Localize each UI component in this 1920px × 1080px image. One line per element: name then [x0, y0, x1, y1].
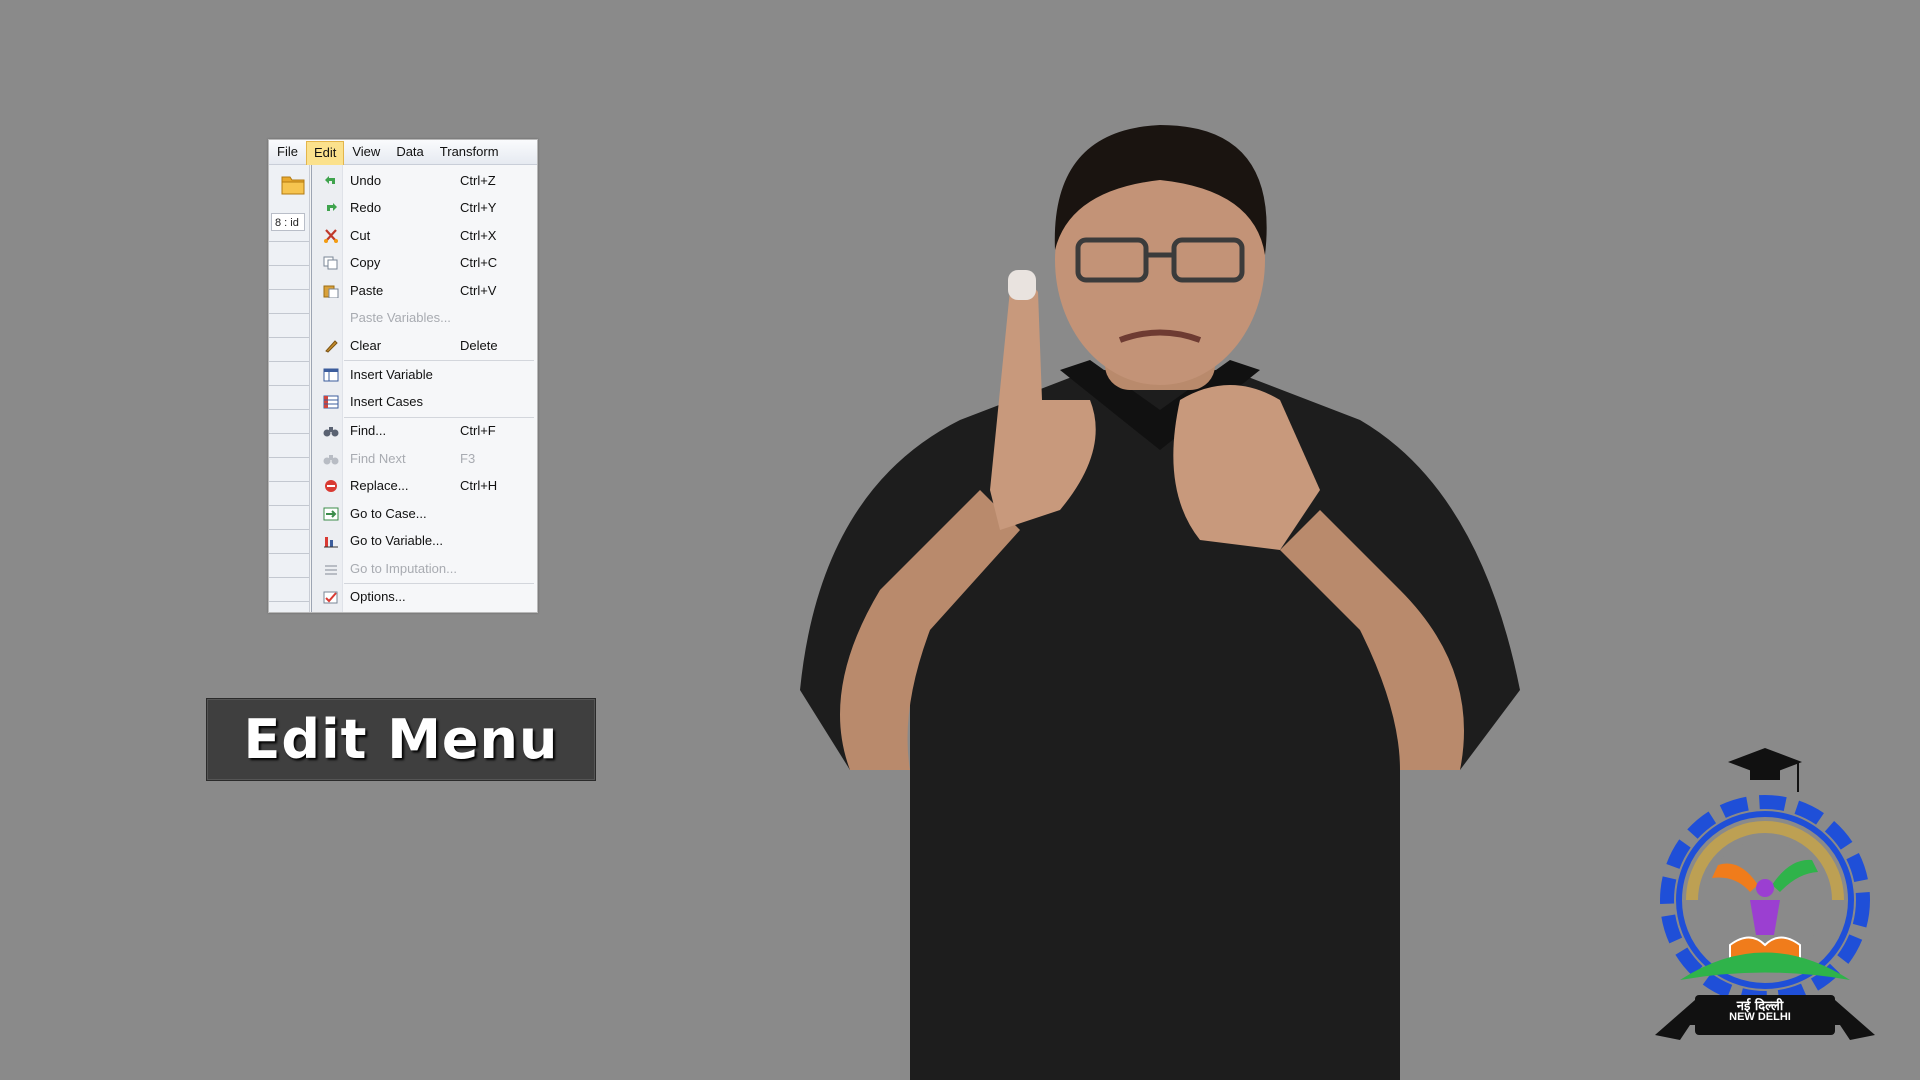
menu-transform[interactable]: Transform [432, 141, 507, 163]
binoculars-icon [323, 427, 339, 437]
row-divider [269, 601, 309, 602]
menu-item-copy[interactable]: Copy Ctrl+C [312, 251, 537, 275]
row-divider [269, 265, 309, 266]
insert-cases-icon [323, 395, 339, 409]
edit-menu-caption: Edit Menu [206, 698, 596, 781]
row-divider [269, 337, 309, 338]
copy-icon [323, 256, 338, 270]
go-to-imputation-icon [325, 565, 337, 575]
menu-item-go-to-imputation: Go to Imputation... [312, 557, 537, 581]
menu-separator [344, 417, 534, 418]
open-folder-icon[interactable] [281, 173, 305, 195]
menu-item-insert-cases[interactable]: Insert Cases [312, 390, 537, 414]
menu-item-find-next: Find Next F3 [312, 447, 537, 471]
menu-item-undo[interactable]: Undo Ctrl+Z [312, 169, 537, 193]
row-divider [269, 433, 309, 434]
row-divider [269, 481, 309, 482]
menu-separator [344, 360, 534, 361]
menu-view[interactable]: View [344, 141, 388, 163]
logo-city-text: NEW DELHI [1729, 1011, 1791, 1023]
options-icon [323, 591, 338, 604]
menu-item-options[interactable]: Options... [312, 585, 537, 609]
menu-bar: File Edit View Data Transform [269, 140, 537, 165]
sign-language-presenter [800, 125, 1520, 1080]
eraser-icon [325, 340, 338, 353]
edit-menu-dropdown: Undo Ctrl+Z Redo Ctrl+Y Cut Ctrl+X Copy … [311, 165, 537, 612]
data-editor-strip: 8 : id [269, 165, 310, 612]
caption-text: Edit Menu [243, 708, 559, 771]
menu-item-redo[interactable]: Redo Ctrl+Y [312, 196, 537, 220]
menu-edit[interactable]: Edit [305, 141, 345, 165]
menu-item-go-to-variable[interactable]: Go to Variable... [312, 529, 537, 553]
replace-icon [325, 480, 337, 492]
row-divider [269, 385, 309, 386]
go-to-variable-icon [324, 537, 338, 548]
menu-item-cut[interactable]: Cut Ctrl+X [312, 224, 537, 248]
undo-icon [325, 176, 335, 184]
menu-item-paste[interactable]: Paste Ctrl+V [312, 279, 537, 303]
insert-variable-icon [323, 368, 339, 382]
redo-icon [327, 203, 337, 211]
scissors-icon [324, 229, 338, 243]
menu-item-insert-variable[interactable]: Insert Variable [312, 363, 537, 387]
go-to-case-icon [323, 507, 339, 521]
menu-item-go-to-case[interactable]: Go to Case... [312, 502, 537, 526]
row-divider [269, 505, 309, 506]
row-divider [269, 289, 309, 290]
row-divider [269, 409, 309, 410]
cell-reference: 8 : id [271, 213, 305, 231]
paste-icon [323, 285, 339, 298]
menu-separator [344, 583, 534, 584]
menu-item-paste-variables: Paste Variables... [350, 310, 451, 325]
row-divider [269, 577, 309, 578]
find-next-icon [323, 455, 339, 465]
row-divider [269, 313, 309, 314]
row-divider [269, 457, 309, 458]
menu-item-find[interactable]: Find... Ctrl+F [312, 419, 537, 443]
menu-item-replace[interactable]: Replace... Ctrl+H [312, 474, 537, 498]
row-divider [269, 241, 309, 242]
row-divider [269, 553, 309, 554]
spss-window-crop: File Edit View Data Transform 8 : id Und… [268, 139, 538, 613]
menu-file[interactable]: File [269, 141, 306, 163]
row-divider [269, 361, 309, 362]
menu-item-clear[interactable]: Clear Delete [312, 334, 537, 358]
row-divider [269, 529, 309, 530]
menu-data[interactable]: Data [388, 141, 431, 163]
